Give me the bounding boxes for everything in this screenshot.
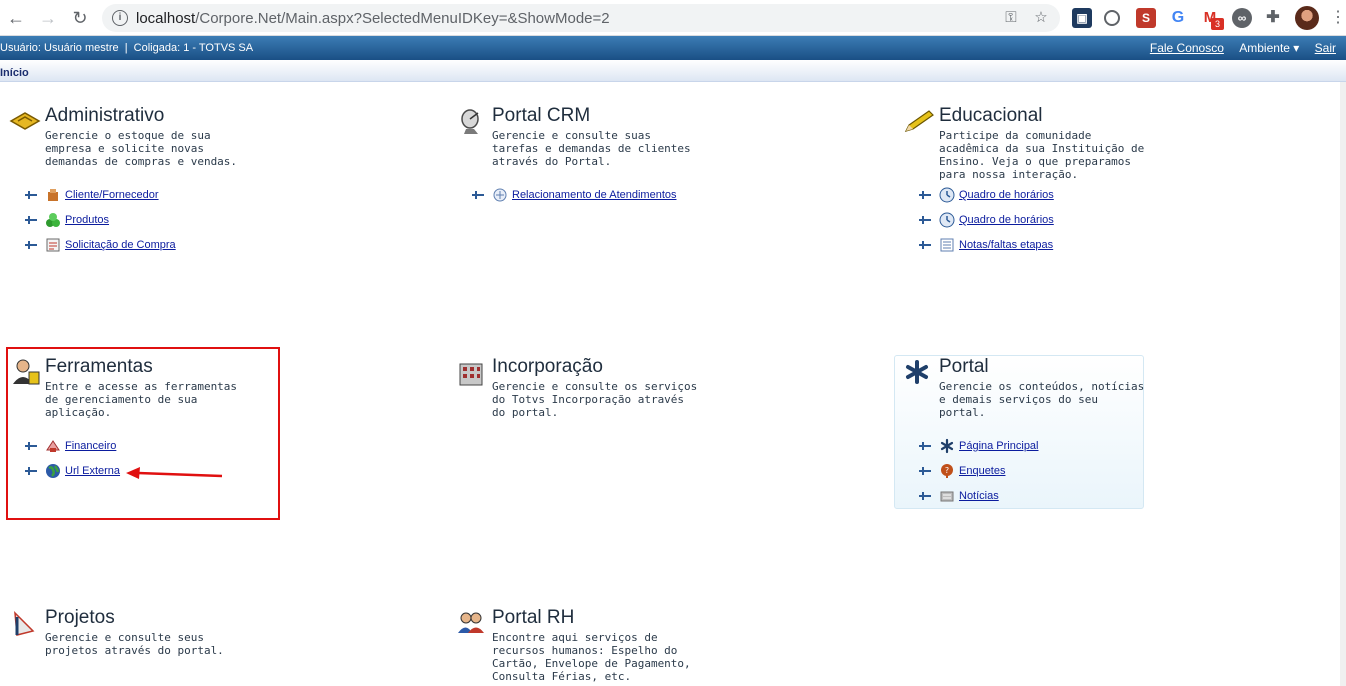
- package-icon: [48, 189, 58, 201]
- module-title[interactable]: Ferramentas: [45, 356, 153, 378]
- site-info-icon[interactable]: i: [112, 10, 128, 26]
- module-title[interactable]: Projetos: [45, 607, 115, 629]
- pin-icon: [919, 492, 931, 500]
- logout-link[interactable]: Sair: [1315, 41, 1336, 55]
- support-icon: [493, 188, 507, 202]
- link-label[interactable]: Produtos: [65, 214, 109, 226]
- pin-icon: [919, 216, 931, 224]
- extension-circle-icon[interactable]: [1104, 10, 1120, 26]
- building-icon: [459, 363, 483, 386]
- contact-link[interactable]: Fale Conosco: [1150, 41, 1224, 55]
- link-label[interactable]: Relacionamento de Atendimentos: [512, 189, 677, 201]
- pin-icon: [25, 216, 37, 224]
- forward-icon[interactable]: →: [36, 6, 60, 30]
- gmail-badge: 3: [1211, 18, 1224, 30]
- extension-s-icon[interactable]: S: [1136, 8, 1156, 28]
- star-icon[interactable]: ☆: [1032, 9, 1050, 27]
- address-bar[interactable]: i localhost/Corpore.Net/Main.aspx?Select…: [102, 4, 1060, 32]
- url-path: /Corpore.Net/Main.aspx?SelectedMenuIDKey…: [195, 10, 610, 27]
- clock-icon: [939, 187, 955, 203]
- link-label[interactable]: Quadro de horários: [959, 189, 1054, 201]
- environment-menu[interactable]: Ambiente ▾: [1239, 41, 1299, 55]
- project-ruler-icon: [14, 611, 35, 636]
- satellite-dish-icon: [461, 109, 479, 134]
- module-description: Gerencie os conteúdos, notícias e demais…: [939, 380, 1145, 419]
- url-text[interactable]: localhost/Corpore.Net/Main.aspx?Selected…: [136, 10, 610, 27]
- module-title[interactable]: Incorporação: [492, 356, 603, 378]
- finance-icon: [46, 440, 60, 452]
- pin-icon: [25, 467, 37, 475]
- pin-icon: [25, 191, 37, 199]
- purchase-request-icon: [46, 238, 60, 252]
- pin-icon: [919, 442, 931, 450]
- news-icon: [940, 491, 954, 502]
- google-icon[interactable]: G: [1168, 8, 1188, 28]
- user-info: Usuário: Usuário mestre | Coligada: 1 - …: [0, 42, 254, 54]
- pin-icon: [919, 191, 931, 199]
- link-label[interactable]: Cliente/Fornecedor: [65, 189, 159, 201]
- asterisk-icon: [906, 360, 928, 384]
- globe-icon: [46, 464, 60, 478]
- user-bar: Usuário: Usuário mestre | Coligada: 1 - …: [0, 36, 1346, 60]
- back-icon[interactable]: ←: [4, 6, 28, 30]
- products-icon: [46, 213, 60, 227]
- pin-icon: [919, 241, 931, 249]
- extension-monitor-icon[interactable]: ▣: [1072, 8, 1092, 28]
- breadcrumb: Início: [0, 60, 1346, 82]
- module-description: Encontre aqui serviços de recursos human…: [492, 631, 691, 683]
- link-label[interactable]: Url Externa: [65, 465, 120, 477]
- header-links: Fale Conosco Ambiente ▾ Sair: [1138, 41, 1336, 55]
- reload-icon[interactable]: ↻: [68, 6, 92, 30]
- module-title[interactable]: Educacional: [939, 105, 1043, 127]
- grades-list-icon: [940, 238, 954, 252]
- module-title[interactable]: Portal: [939, 356, 989, 378]
- pin-icon: [25, 241, 37, 249]
- scrollbar[interactable]: [1340, 82, 1346, 686]
- key-icon[interactable]: ⚿: [1002, 9, 1020, 27]
- module-description: Participe da comunidade acadêmica da sua…: [939, 129, 1145, 181]
- link-label[interactable]: Notas/faltas etapas: [959, 239, 1053, 251]
- extension-link-icon[interactable]: ∞: [1232, 8, 1252, 28]
- module-description: Gerencie e consulte suas tarefas e deman…: [492, 129, 691, 168]
- module-description: Gerencie o estoque de sua empresa e soli…: [45, 129, 238, 168]
- pin-icon: [919, 467, 931, 475]
- pencil-icon: [904, 110, 934, 132]
- handshake-icon: [9, 112, 41, 130]
- avatar[interactable]: [1295, 6, 1319, 30]
- poll-icon: ?: [941, 464, 953, 478]
- url-host: localhost: [136, 10, 196, 27]
- module-title[interactable]: Administrativo: [45, 105, 164, 127]
- people-icon: [458, 612, 484, 633]
- module-description: Entre e acesse as ferramentas de gerenci…: [45, 380, 238, 419]
- link-label[interactable]: Página Principal: [959, 440, 1039, 452]
- module-description: Gerencie e consulte os serviços do Totvs…: [492, 380, 698, 419]
- module-title[interactable]: Portal CRM: [492, 105, 590, 127]
- clock-icon: [939, 212, 955, 228]
- extensions-puzzle-icon[interactable]: ✚: [1263, 8, 1283, 28]
- link-label[interactable]: Financeiro: [65, 440, 116, 452]
- tools-person-icon: [13, 359, 40, 385]
- link-label[interactable]: Quadro de horários: [959, 214, 1054, 226]
- link-label[interactable]: Enquetes: [959, 465, 1005, 477]
- asterisk-icon: [940, 438, 954, 454]
- module-description: Gerencie e consulte seus projetos atravé…: [45, 631, 224, 657]
- link-label[interactable]: Notícias: [959, 490, 999, 502]
- module-title[interactable]: Portal RH: [492, 607, 574, 629]
- breadcrumb-home[interactable]: Início: [0, 67, 29, 79]
- browser-toolbar: ← → ↻ i localhost/Corpore.Net/Main.aspx?…: [0, 0, 1346, 36]
- pin-icon: [472, 191, 484, 199]
- browser-menu-icon[interactable]: ⋮: [1330, 7, 1346, 27]
- red-arrow-annotation: [126, 467, 223, 479]
- svg-text:?: ?: [945, 466, 949, 475]
- pin-icon: [25, 442, 37, 450]
- link-label[interactable]: Solicitação de Compra: [65, 239, 176, 251]
